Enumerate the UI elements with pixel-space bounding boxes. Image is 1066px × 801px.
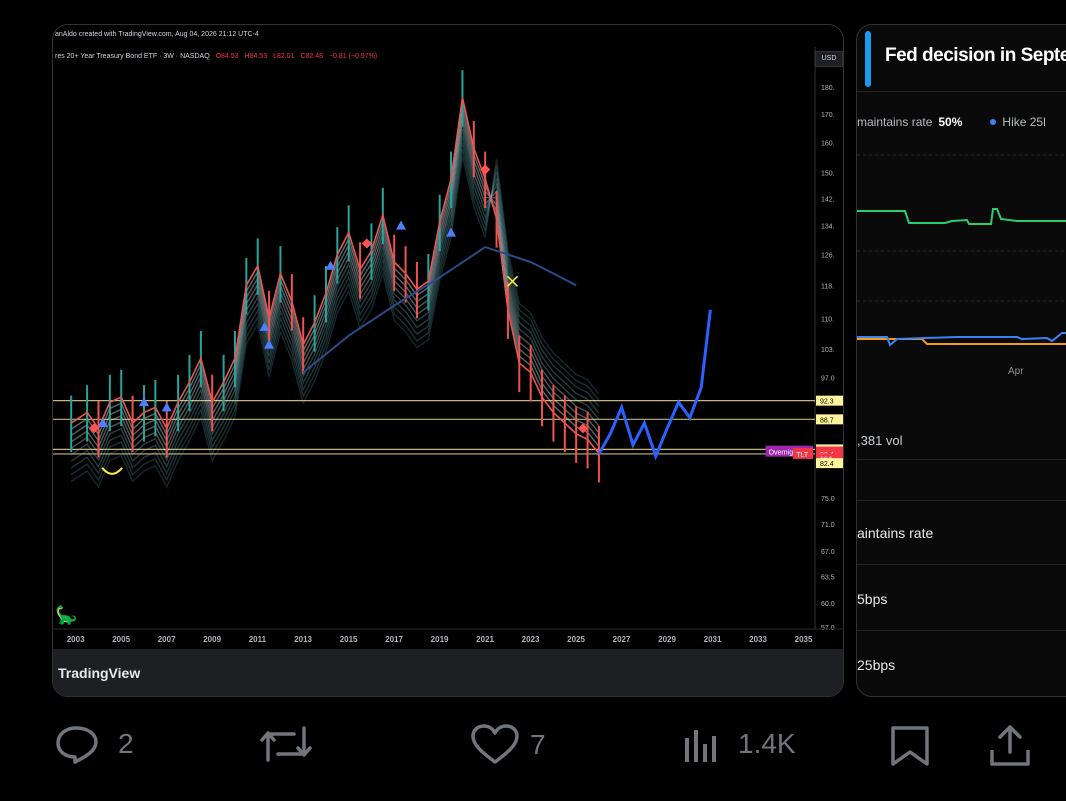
year-tick-label: 2005: [112, 635, 130, 644]
price-tick-label: 134.: [821, 224, 835, 231]
price-tag-label: 88.7: [820, 417, 834, 424]
reply-icon: [56, 726, 98, 764]
price-tick-label: 67.0: [821, 549, 835, 556]
fed-outcome-row[interactable]: 5bps: [857, 564, 1066, 631]
price-tick-label: 142.: [821, 196, 835, 203]
views-chart-icon: [685, 730, 716, 762]
price-tick-label: 170.: [821, 112, 835, 119]
year-tick-label: 2017: [385, 635, 403, 644]
price-tick-label: 63.5: [821, 574, 835, 581]
currency-tag: USD: [815, 51, 843, 67]
legend-dot-icon: [990, 119, 997, 125]
year-tick-label: 2029: [658, 635, 676, 644]
bookmark-button[interactable]: [890, 724, 930, 768]
fed-legend: maintains rate 50% Hike 25l: [857, 115, 1046, 129]
share-button[interactable]: [988, 724, 1032, 768]
chart-credit: anAldo created with TradingView.com, Aug…: [55, 31, 259, 38]
like-button[interactable]: 7: [470, 724, 546, 766]
sell-signal-marker: [361, 238, 372, 249]
buy-signal-marker: [161, 402, 172, 412]
outcome-label: aintains rate: [857, 525, 934, 541]
ribbon-line: [70, 142, 600, 475]
year-tick-label: 2035: [795, 635, 813, 644]
legend-maintains-label: maintains rate: [857, 115, 933, 129]
price-tick-label: 118.: [821, 283, 834, 290]
reply-button[interactable]: 2: [54, 724, 134, 764]
like-count: 7: [530, 729, 546, 760]
open-value: O84.53: [215, 53, 239, 60]
year-tick-label: 2003: [67, 635, 85, 644]
outcome-label: 5bps: [857, 591, 888, 607]
reply-count: 2: [118, 728, 134, 759]
projection-series-line: [597, 309, 712, 461]
tradingview-label: TradingView: [58, 665, 141, 681]
fed-divider: [857, 459, 1066, 460]
price-tick-label: 180.: [821, 85, 835, 92]
tradingview-dino-icon: 🦕: [55, 604, 77, 626]
repost-icon: [260, 726, 312, 762]
views-count: 1.4K: [738, 728, 796, 759]
year-tick-label: 2019: [431, 635, 449, 644]
price-tick-label: 97.0: [821, 375, 835, 382]
ribbon-line: [70, 148, 600, 482]
symbol-name: res 20+ Year Treasury Bond ETF · 3W · NA…: [55, 53, 210, 60]
year-tick-label: 2021: [476, 635, 494, 644]
sell-signal-marker: [480, 164, 491, 175]
price-tag-label: 82.4: [820, 461, 834, 468]
chart-header: anAldo created with TradingView.com, Aug…: [53, 25, 843, 47]
maintains-series-line: [857, 208, 1066, 225]
year-tick-label: 2007: [158, 635, 176, 644]
buy-signal-marker: [138, 397, 149, 407]
fed-decision-card[interactable]: Fed decision in Septem maintains rate 50%…: [856, 24, 1066, 697]
year-tick-label: 2033: [749, 635, 767, 644]
high-value: H84.53: [244, 53, 268, 60]
ribbon-line: [70, 135, 600, 469]
year-tick-label: 2009: [203, 635, 221, 644]
price-tick-label: 150.: [821, 171, 835, 178]
price-chart: 180. 170. 160. 150. 142. 134. 126. 118. 110. 103.…: [53, 47, 843, 649]
year-tick-label: 2015: [340, 635, 358, 644]
low-value: L82.01: [273, 53, 295, 60]
fed-month-label: Apr: [1008, 366, 1024, 377]
tradingview-image-card[interactable]: anAldo created with TradingView.com, Aug…: [52, 24, 844, 697]
outcome-label: 25bps: [857, 657, 896, 673]
fed-accent-bar: [865, 31, 871, 87]
views-button[interactable]: 1.4K: [682, 724, 796, 764]
price-tick-label: 75.0: [821, 496, 835, 503]
fed-outcome-row[interactable]: 25bps: [857, 630, 1066, 696]
chart-footer: TradingView: [53, 649, 843, 696]
price-tag-label: 92.3: [820, 399, 834, 406]
change-value: −0.81 (−0.97%): [328, 53, 378, 60]
share-icon: [990, 725, 1030, 766]
ribbon-line: [70, 116, 600, 449]
year-tick-label: 2027: [613, 635, 631, 644]
price-tick-label: 110.: [821, 316, 834, 323]
price-tick-label: 71.0: [821, 522, 835, 529]
heart-icon: [471, 724, 519, 764]
price-tick-label: 103.: [821, 347, 835, 354]
close-value: C82.48: [300, 53, 324, 60]
fed-volume: ,381 vol: [857, 433, 903, 448]
bookmark-icon: [891, 726, 929, 766]
price-tick-label: 160.: [821, 140, 835, 147]
year-tick-label: 2013: [294, 635, 312, 644]
buy-signal-marker: [396, 220, 407, 230]
ribbon-line: [70, 122, 600, 456]
fed-outcome-row[interactable]: aintains rate: [857, 500, 1066, 565]
legend-hike-label: Hike 25l: [1002, 115, 1046, 129]
year-tick-label: 2011: [249, 635, 267, 644]
price-tick-label: 60.0: [821, 601, 835, 608]
price-tag-name: TLT: [796, 452, 809, 459]
year-tick-label: 2025: [567, 635, 585, 644]
fed-card-header: Fed decision in Septem: [857, 25, 1066, 92]
fed-probability-chart: [857, 154, 1066, 347]
year-tick-label: 2023: [522, 635, 540, 644]
repost-button[interactable]: [258, 724, 324, 764]
legend-maintains-pct: 50%: [938, 115, 963, 129]
symbol-line: res 20+ Year Treasury Bond ETF · 3W · NA…: [55, 53, 377, 60]
tweet-action-bar: 2 7 1.4K: [0, 712, 1066, 772]
price-tick-label: 126.: [821, 252, 835, 259]
fed-card-title: Fed decision in Septem: [885, 45, 1066, 66]
year-tick-label: 2031: [704, 635, 722, 644]
